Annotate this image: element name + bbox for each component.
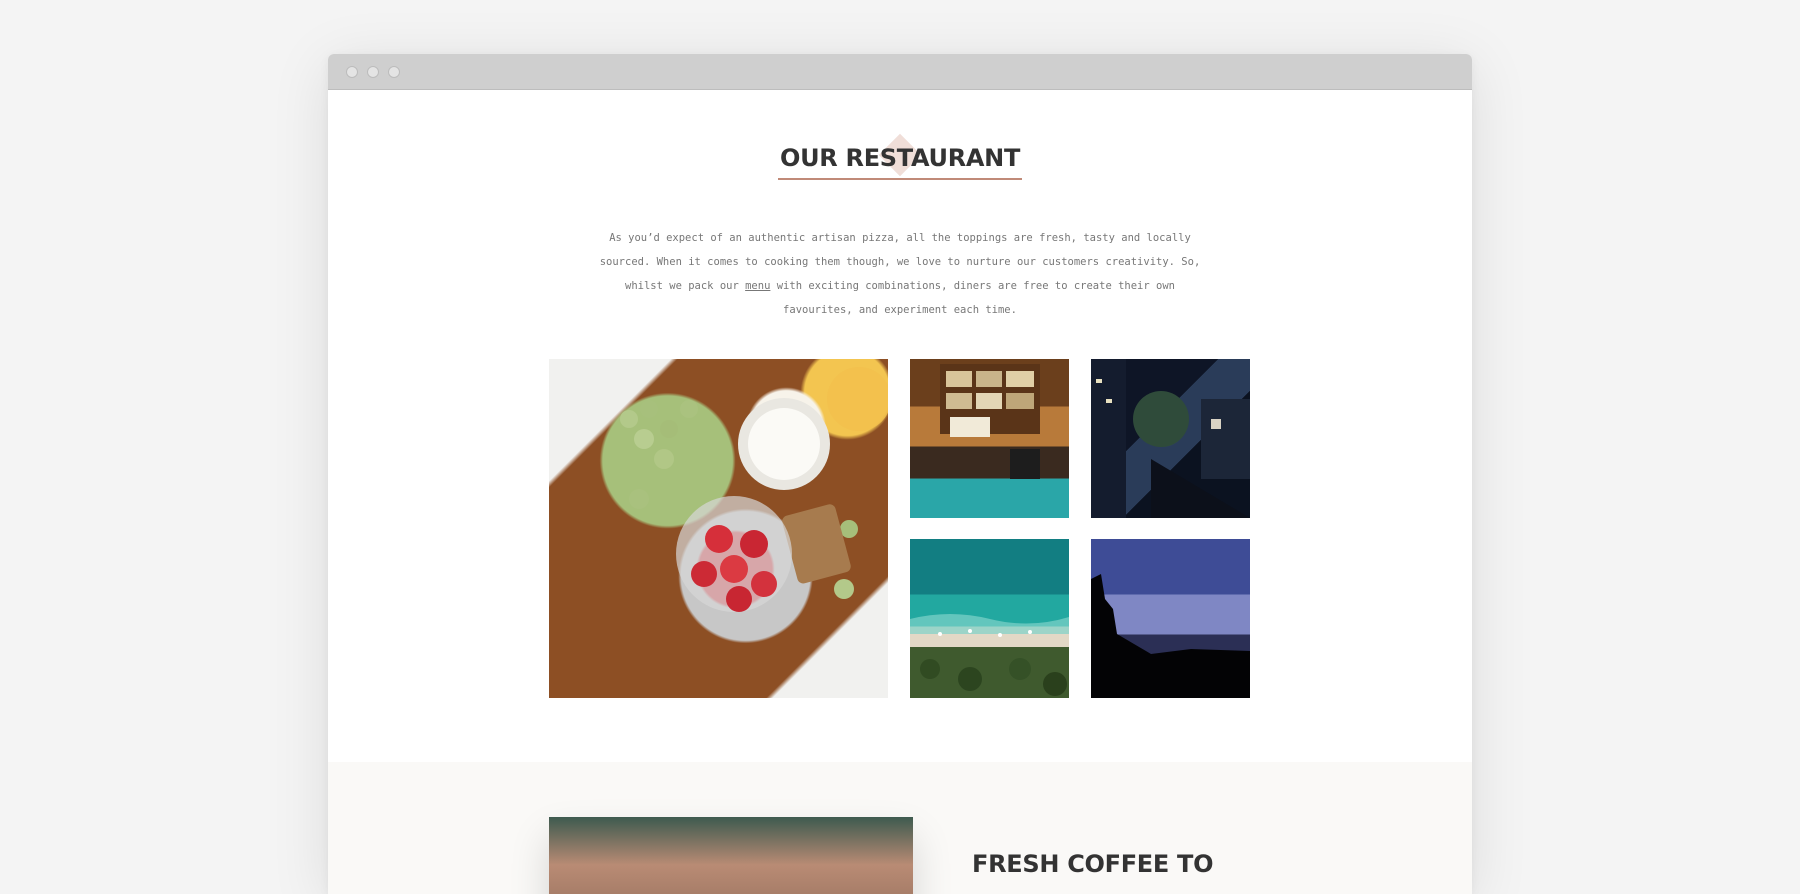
close-window-dot[interactable] bbox=[346, 65, 358, 78]
intro-text-end: with exciting combinations, diners are f… bbox=[770, 280, 1175, 316]
browser-titlebar bbox=[328, 54, 1472, 90]
beach-aerial-photo[interactable] bbox=[910, 539, 1069, 698]
minimize-window-dot[interactable] bbox=[367, 65, 379, 78]
food-platter-photo[interactable] bbox=[549, 359, 888, 698]
menu-link[interactable]: menu bbox=[745, 280, 770, 292]
night-sky-trees-photo[interactable] bbox=[1091, 539, 1250, 698]
intro-paragraph: As you’d expect of an authentic artisan … bbox=[596, 226, 1204, 322]
coffee-shop-interior-photo[interactable] bbox=[910, 359, 1069, 518]
section-header: OUR RESTAURANT bbox=[328, 133, 1472, 180]
city-night-aerial-photo[interactable] bbox=[1091, 359, 1250, 518]
browser-window: OUR RESTAURANT As you’d expect of an aut… bbox=[328, 54, 1472, 894]
section-title: OUR RESTAURANT bbox=[777, 133, 1023, 180]
maximize-window-dot[interactable] bbox=[388, 65, 400, 78]
coffee-section-title: FRESH COFFEE TO bbox=[972, 850, 1214, 878]
hands-coffee-photo[interactable] bbox=[549, 817, 913, 894]
